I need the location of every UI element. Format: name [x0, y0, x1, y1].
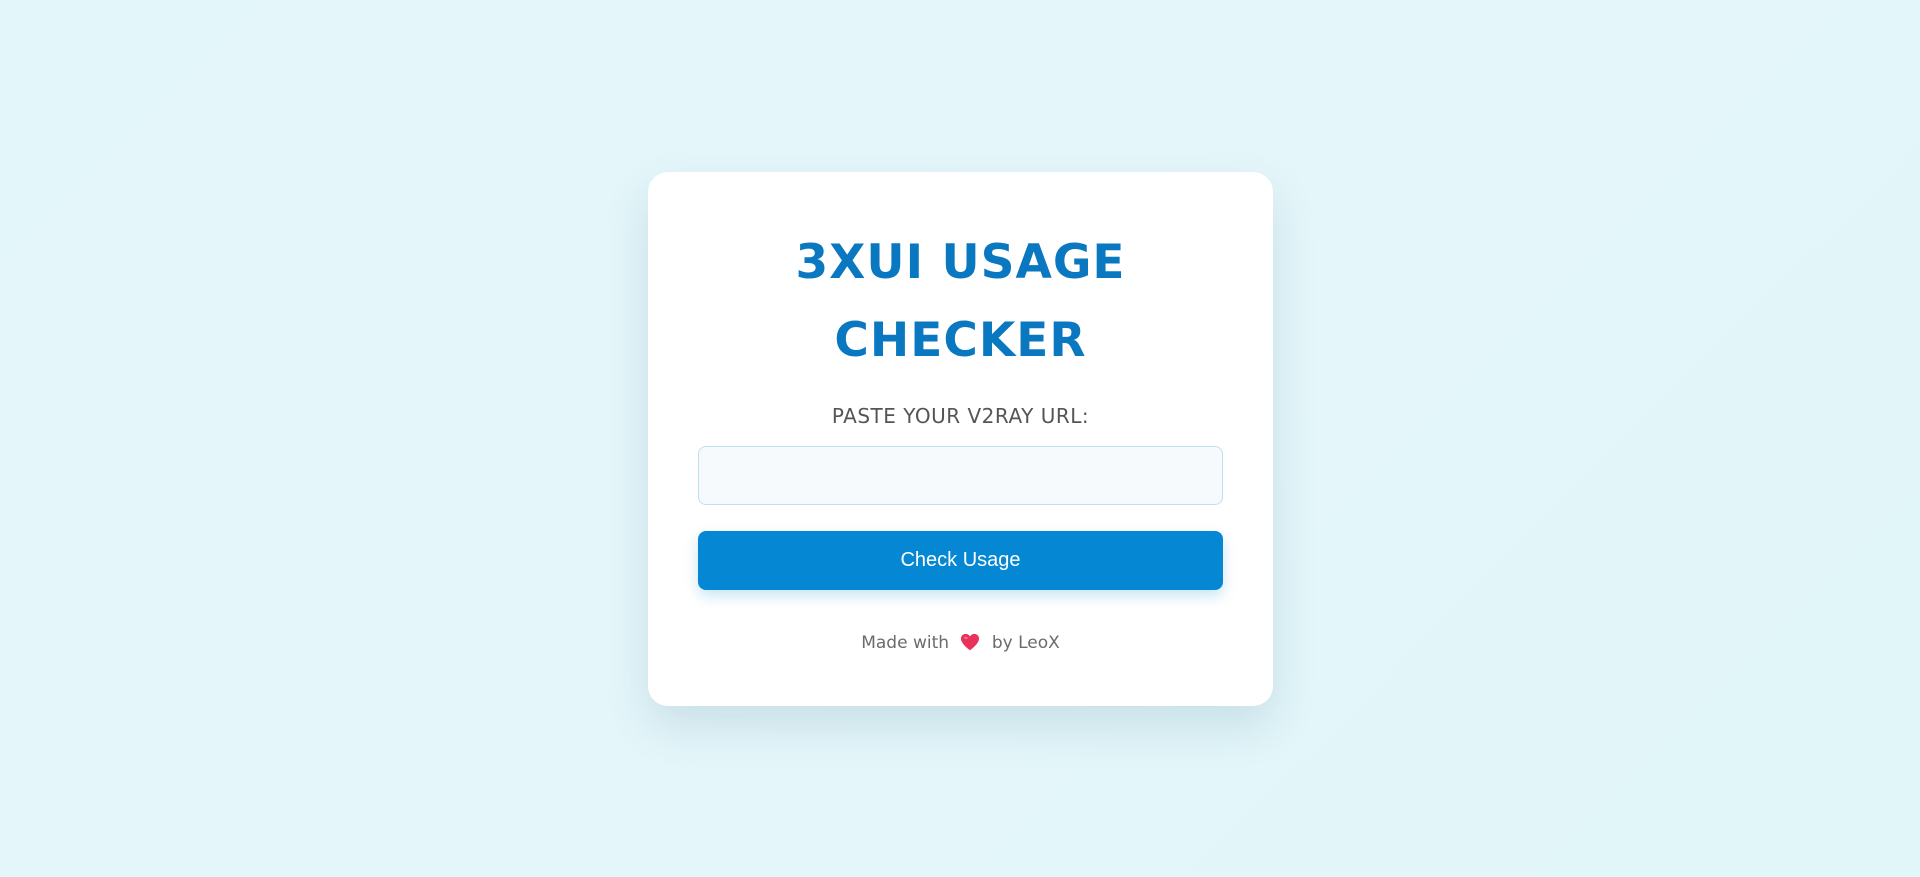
- title-line-1: 3XUI USAGE: [795, 235, 1126, 290]
- v2ray-url-input[interactable]: [698, 446, 1223, 505]
- check-usage-button[interactable]: Check Usage: [698, 531, 1223, 590]
- title-line-2: CHECKER: [834, 313, 1087, 368]
- footer-made-with: Made with: [861, 633, 950, 653]
- page-title: 3XUI USAGE CHECKER: [648, 224, 1273, 380]
- footer-by-author: by LeoX: [991, 633, 1060, 653]
- url-input-label: PASTE YOUR V2RAY URL:: [831, 404, 1090, 428]
- checker-card: 3XUI USAGE CHECKER PASTE YOUR V2RAY URL:…: [648, 172, 1273, 706]
- heart-icon: [960, 633, 980, 651]
- footer-credit: Made with by LeoX: [648, 631, 1273, 655]
